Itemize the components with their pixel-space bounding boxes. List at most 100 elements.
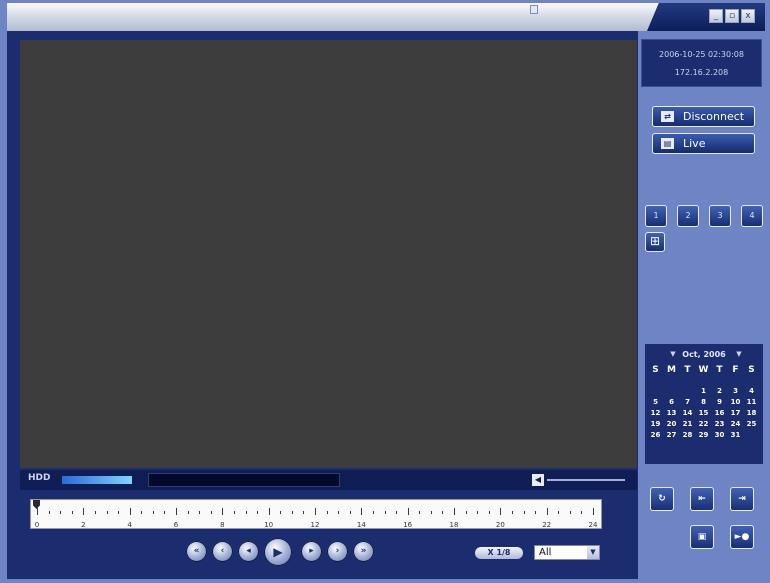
timeline-bar[interactable]: 0 2 4 6 8 10 12 14 16 18 20 22 24 — [30, 499, 602, 529]
quad-view-icon[interactable]: ⊞ — [645, 232, 665, 252]
calendar-day[interactable]: 19 — [649, 420, 662, 428]
mark-out-icon[interactable]: ⇥ — [730, 487, 754, 511]
disconnect-button[interactable]: ⇄ Disconnect — [652, 106, 755, 127]
channel-1-button[interactable]: 1 — [645, 205, 667, 227]
calendar-day[interactable]: 23 — [713, 420, 726, 428]
chevron-down-icon[interactable]: ▼ — [587, 546, 599, 559]
calendar-day[interactable]: 11 — [745, 398, 758, 406]
play-icon[interactable]: ▶ — [264, 538, 292, 566]
calendar-day[interactable]: 12 — [649, 409, 662, 417]
timeline-tick — [338, 511, 340, 514]
record-icon[interactable]: ►● — [730, 525, 754, 549]
calendar-day[interactable]: 16 — [713, 409, 726, 417]
timeline-tick — [442, 511, 444, 514]
calendar-day[interactable]: 15 — [697, 409, 710, 417]
calendar-day[interactable]: 13 — [665, 409, 678, 417]
calendar-day[interactable]: 9 — [713, 398, 726, 406]
weekday-label: S — [652, 365, 659, 375]
channel-filter-select[interactable]: All ▼ — [534, 545, 600, 560]
timeline-tick — [372, 511, 374, 514]
timeline-tick — [477, 511, 479, 514]
calendar-day[interactable]: 3 — [729, 387, 742, 395]
slow-icon[interactable]: ‹ — [212, 541, 233, 562]
timeline-tick — [83, 508, 85, 515]
timeline-tick — [303, 511, 305, 514]
calendar-day[interactable]: 18 — [745, 409, 758, 417]
restore-icon[interactable]: ▫ — [725, 9, 739, 23]
hdd-status-bar: HDD ◀ — [20, 470, 637, 490]
step-forward-icon[interactable]: ▸ — [301, 541, 322, 562]
loop-icon[interactable]: ↻ — [650, 487, 674, 511]
timeline-tick — [106, 511, 108, 514]
datetime-text: 2006-10-25 02:30:08 — [659, 50, 744, 59]
timeline-label: 14 — [356, 521, 366, 529]
calendar-header: ▼ Oct, 2006 ▼ — [645, 350, 763, 360]
calendar: ▼ Oct, 2006 ▼ S M T W T F S 1 2 3 4 5 6 7 8 9 10 11 12 13 14… — [645, 344, 763, 464]
calendar-day[interactable]: 31 — [729, 431, 742, 439]
fast-icon[interactable]: › — [327, 541, 348, 562]
timeline-tick — [152, 511, 154, 514]
close-icon[interactable]: x — [741, 9, 755, 23]
timeline-tick — [199, 511, 201, 514]
timeline-tick — [37, 508, 38, 515]
calendar-day[interactable]: 27 — [665, 431, 678, 439]
calendar-day[interactable]: 4 — [745, 387, 758, 395]
timeline-tick — [407, 508, 409, 515]
channel-3-button[interactable]: 3 — [709, 205, 731, 227]
channel-4-button[interactable]: 4 — [741, 205, 763, 227]
minimize-icon[interactable]: _ — [709, 9, 723, 23]
calendar-day[interactable]: 26 — [649, 431, 662, 439]
timeline-tick — [500, 508, 502, 515]
calendar-day[interactable]: 21 — [681, 420, 694, 428]
connection-info-box: 2006-10-25 02:30:08 172.16.2.208 — [641, 39, 762, 87]
timeline-tick — [546, 508, 548, 515]
calendar-day[interactable]: 25 — [745, 420, 758, 428]
calendar-day[interactable]: 29 — [697, 431, 710, 439]
channel-2-button[interactable]: 2 — [677, 205, 699, 227]
timeline-label: 12 — [310, 521, 320, 529]
calendar-day[interactable]: 10 — [729, 398, 742, 406]
timeline-tick — [176, 508, 177, 515]
calendar-day[interactable]: 6 — [665, 398, 678, 406]
volume-icon[interactable]: ◀ — [532, 474, 544, 486]
timeline-tick — [187, 511, 189, 514]
calendar-day[interactable]: 1 — [697, 387, 710, 395]
calendar-day[interactable]: 2 — [713, 387, 726, 395]
calendar-day[interactable]: 22 — [697, 420, 710, 428]
weekday-label: F — [732, 365, 739, 375]
live-button[interactable]: ▤ Live — [652, 133, 755, 154]
filter-selected-value: All — [539, 547, 552, 558]
timeline-label: 10 — [264, 521, 274, 529]
timeline-tick — [118, 511, 120, 514]
volume-slider-thumb[interactable] — [530, 5, 538, 14]
calendar-day[interactable]: 5 — [649, 398, 662, 406]
timeline-tick — [454, 508, 455, 515]
calendar-day[interactable]: 7 — [681, 398, 694, 406]
fastest-icon[interactable]: » — [353, 541, 374, 562]
volume-slider-track[interactable] — [547, 479, 625, 481]
live-icon: ▤ — [661, 138, 674, 149]
mark-in-icon[interactable]: ⇤ — [690, 487, 714, 511]
title-bar[interactable]: _ ▫ x — [7, 3, 765, 32]
timeline-label: 8 — [220, 521, 225, 529]
timeline-tick — [349, 511, 351, 514]
calendar-day[interactable]: 20 — [665, 420, 678, 428]
calendar-day[interactable]: 24 — [729, 420, 742, 428]
slowest-icon[interactable]: « — [186, 541, 207, 562]
calendar-day[interactable]: 28 — [681, 431, 694, 439]
calendar-day[interactable]: 14 — [681, 409, 694, 417]
next-month-icon[interactable]: ▼ — [733, 350, 745, 359]
calendar-day[interactable]: 30 — [713, 431, 726, 439]
weekday-label: S — [748, 365, 755, 375]
video-display[interactable] — [20, 40, 637, 468]
snapshot-icon[interactable]: ▣ — [690, 525, 714, 549]
calendar-day[interactable]: 8 — [697, 398, 710, 406]
timeline-label: 2 — [81, 521, 86, 529]
disconnect-icon: ⇄ — [661, 111, 674, 122]
hdd-usage-bar — [62, 476, 132, 484]
timeline-tick — [511, 511, 513, 514]
calendar-day[interactable]: 17 — [729, 409, 742, 417]
step-back-icon[interactable]: ◂ — [238, 541, 259, 562]
weekday-label: W — [698, 365, 709, 375]
weekday-label: T — [716, 365, 723, 375]
